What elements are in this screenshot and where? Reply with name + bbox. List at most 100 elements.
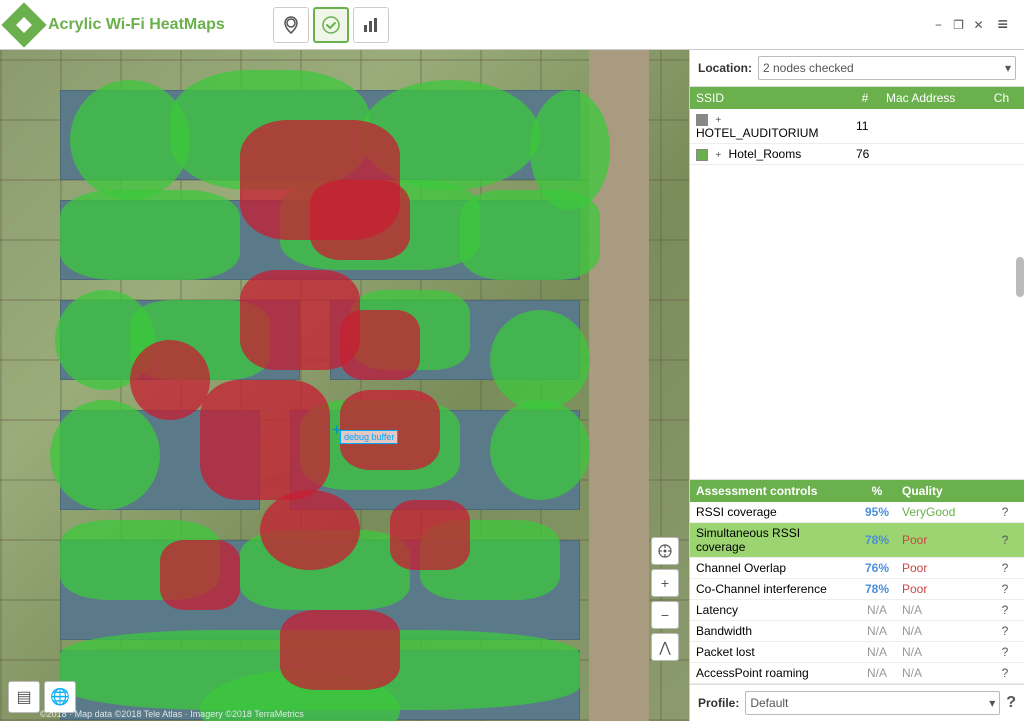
- assessment-pct-3: 78%: [852, 582, 902, 596]
- ssid-color-0: [696, 114, 708, 126]
- layers-button[interactable]: ▤: [8, 681, 40, 713]
- ssid-scrollbar[interactable]: [1016, 257, 1024, 297]
- right-panel: Location: 2 nodes checked ▾ SSID # Mac A…: [689, 50, 1024, 721]
- assessment-row-1[interactable]: Simultaneous RSSI coverage 78% Poor ?: [690, 523, 1024, 558]
- app-title: Acrylic Wi-Fi HeatMaps: [48, 16, 225, 34]
- close-button[interactable]: ✕: [971, 18, 985, 32]
- ssid-mac-0: [880, 109, 988, 144]
- assessment-name-0: RSSI coverage: [696, 505, 852, 519]
- ssid-ch-1: [988, 144, 1024, 165]
- coverage-red-2: [310, 180, 410, 260]
- coverage-red-6: [200, 380, 330, 500]
- minimize-button[interactable]: −: [931, 18, 945, 32]
- assessment-quality-label: Quality: [902, 484, 992, 498]
- ssid-count-1: 76: [850, 144, 880, 165]
- location-dropdown[interactable]: 2 nodes checked ▾: [758, 56, 1016, 80]
- assessment-row-4[interactable]: Latency N/A N/A ?: [690, 600, 1024, 621]
- assessment-quality-2: Poor: [902, 561, 992, 575]
- assessment-section: Assessment controls % Quality RSSI cover…: [690, 479, 1024, 684]
- coverage-green-5: [60, 190, 240, 280]
- assessment-name-7: AccessPoint roaming: [696, 666, 852, 680]
- restore-button[interactable]: ❐: [951, 18, 965, 32]
- assessment-help-2[interactable]: ?: [992, 561, 1018, 575]
- assessment-name-1: Simultaneous RSSI coverage: [696, 526, 852, 554]
- assessment-pct-0: 95%: [852, 505, 902, 519]
- ssid-count-0: 11: [850, 109, 880, 144]
- location-dropdown-arrow: ▾: [1005, 61, 1011, 75]
- map-copyright: ©2018 · Map data ©2018 Tele Atlas · Imag…: [40, 709, 304, 719]
- coverage-green-11: [490, 310, 590, 410]
- assessment-help-6[interactable]: ?: [992, 645, 1018, 659]
- assessment-quality-0: VeryGood: [902, 505, 992, 519]
- ssid-mac-1: [880, 144, 988, 165]
- assessment-help-1[interactable]: ?: [992, 533, 1018, 547]
- assessment-row-5[interactable]: Bandwidth N/A N/A ?: [690, 621, 1024, 642]
- assessment-pct-6: N/A: [852, 645, 902, 659]
- ch-col-header: Ch: [988, 87, 1024, 109]
- assessment-name-5: Bandwidth: [696, 624, 852, 638]
- debug-label: debug buffer: [340, 430, 398, 444]
- assessment-quality-5: N/A: [902, 624, 992, 638]
- assessment-pct-5: N/A: [852, 624, 902, 638]
- assessment-row-3[interactable]: Co-Channel interference 78% Poor ?: [690, 579, 1024, 600]
- compass-button[interactable]: [651, 537, 679, 565]
- coverage-red-11: [280, 610, 400, 690]
- app-title-brand: HeatMaps: [149, 16, 225, 33]
- assessment-name-2: Channel Overlap: [696, 561, 852, 575]
- coverage-red-8: [260, 490, 360, 570]
- expand-btn-1[interactable]: +: [715, 150, 721, 161]
- coverage-red-4: [340, 310, 420, 380]
- assessment-row-7[interactable]: AccessPoint roaming N/A N/A ?: [690, 663, 1024, 684]
- titlebar: Acrylic Wi-Fi HeatMaps: [0, 0, 1024, 50]
- coverage-green-13: [50, 400, 160, 510]
- assessment-quality-3: Poor: [902, 582, 992, 596]
- count-col-header: #: [850, 87, 880, 109]
- assessment-pct-1: 78%: [852, 533, 902, 547]
- panel-spacer: [690, 165, 1024, 479]
- ssid-row-0[interactable]: + HOTEL_AUDITORIUM 11: [690, 109, 1024, 144]
- profile-bar: Profile: Default ▾ ?: [690, 684, 1024, 721]
- assessment-row-6[interactable]: Packet lost N/A N/A ?: [690, 642, 1024, 663]
- assessment-help-0[interactable]: ?: [992, 505, 1018, 519]
- assessment-row-2[interactable]: Channel Overlap 76% Poor ?: [690, 558, 1024, 579]
- assessment-help-7[interactable]: ?: [992, 666, 1018, 680]
- menu-button[interactable]: ≡: [991, 14, 1014, 35]
- ssid-name-1: + Hotel_Rooms: [690, 144, 850, 165]
- location-bar: Location: 2 nodes checked ▾: [690, 50, 1024, 87]
- assessment-pct-7: N/A: [852, 666, 902, 680]
- titlebar-left: Acrylic Wi-Fi HeatMaps: [0, 7, 389, 43]
- assessment-help-3[interactable]: ?: [992, 582, 1018, 596]
- expand-btn-0[interactable]: +: [715, 115, 721, 126]
- badge-check-btn[interactable]: [313, 7, 349, 43]
- map-area[interactable]: debug buffer + − ⋀ ▤ 🌐 ©2018: [0, 50, 689, 721]
- profile-label: Profile:: [698, 696, 739, 710]
- ssid-color-1: [696, 149, 708, 161]
- assessment-pct-4: N/A: [852, 603, 902, 617]
- assessment-header: Assessment controls % Quality: [690, 480, 1024, 502]
- assessment-name-6: Packet lost: [696, 645, 852, 659]
- chevron-up-button[interactable]: ⋀: [651, 633, 679, 661]
- profile-dropdown[interactable]: Default ▾: [745, 691, 1000, 715]
- location-value: 2 nodes checked: [763, 61, 854, 75]
- coverage-red-10: [160, 540, 240, 610]
- assessment-quality-7: N/A: [902, 666, 992, 680]
- chart-bar-btn[interactable]: [353, 7, 389, 43]
- profile-value: Default: [750, 696, 788, 710]
- assessment-name-4: Latency: [696, 603, 852, 617]
- assessment-help-4[interactable]: ?: [992, 603, 1018, 617]
- assessment-quality-1: Poor: [902, 533, 992, 547]
- coverage-green-12: [490, 400, 590, 500]
- profile-help-button[interactable]: ?: [1006, 694, 1016, 712]
- ssid-table-container: SSID # Mac Address Ch + HOTEL_AUDITORIUM…: [690, 87, 1024, 165]
- zoom-out-button[interactable]: −: [651, 601, 679, 629]
- zoom-in-button[interactable]: +: [651, 569, 679, 597]
- assessment-name-3: Co-Channel interference: [696, 582, 852, 596]
- coverage-red-5: [130, 340, 210, 420]
- ssid-row-1[interactable]: + Hotel_Rooms 76: [690, 144, 1024, 165]
- assessment-help-col: [992, 484, 1018, 498]
- assessment-help-5[interactable]: ?: [992, 624, 1018, 638]
- assessment-pct-2: 76%: [852, 561, 902, 575]
- location-pin-btn[interactable]: [273, 7, 309, 43]
- assessment-row-0[interactable]: RSSI coverage 95% VeryGood ?: [690, 502, 1024, 523]
- assessment-pct-label: %: [852, 484, 902, 498]
